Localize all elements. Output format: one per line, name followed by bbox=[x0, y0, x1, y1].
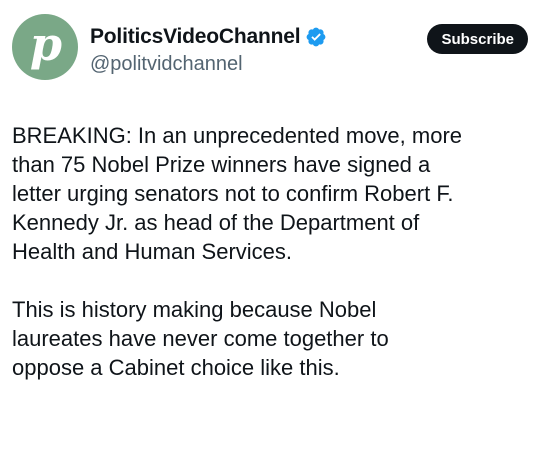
avatar-letter: p bbox=[29, 17, 63, 71]
post-paragraph: This is history making because Nobel lau… bbox=[12, 297, 389, 380]
post-text: BREAKING: In an unprecedented move, more… bbox=[12, 121, 532, 382]
verified-badge-icon bbox=[306, 27, 326, 47]
post-paragraph: BREAKING: In an unprecedented move, more… bbox=[12, 123, 463, 264]
avatar[interactable]: p bbox=[12, 14, 78, 80]
post-header: p PoliticsVideoChannel @politvidchannel … bbox=[12, 14, 528, 82]
author-display-name[interactable]: PoliticsVideoChannel bbox=[90, 25, 301, 49]
author-handle[interactable]: @politvidchannel bbox=[90, 53, 327, 76]
post-card: p PoliticsVideoChannel @politvidchannel … bbox=[0, 0, 540, 451]
subscribe-button[interactable]: Subscribe bbox=[427, 24, 528, 54]
author-identity: PoliticsVideoChannel @politvidchannel bbox=[90, 24, 327, 76]
name-row: PoliticsVideoChannel bbox=[90, 24, 327, 50]
